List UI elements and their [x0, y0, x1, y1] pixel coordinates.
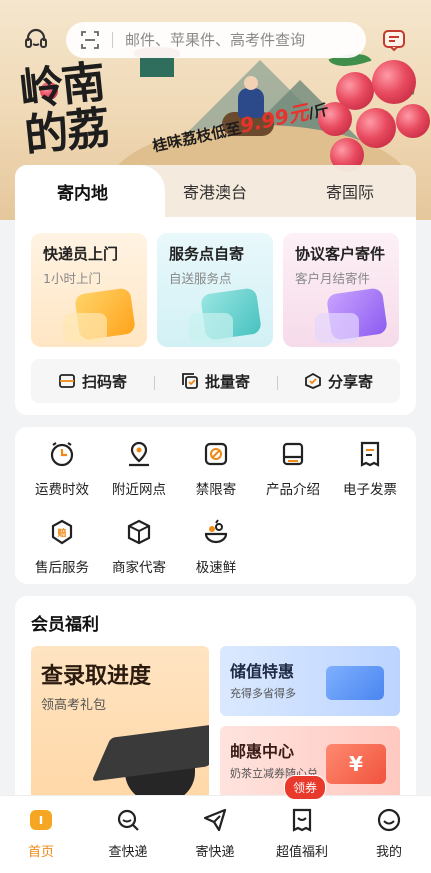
slogan-unit: /斤: [306, 100, 331, 123]
pavilion-decoration: [134, 47, 180, 77]
search-input[interactable]: [125, 31, 345, 49]
grid-label: 附近网点: [112, 482, 166, 498]
stored-value-promo[interactable]: 储值特惠 充得多省得多: [220, 646, 400, 716]
quick-actions: 扫码寄 批量寄 分享寄: [31, 359, 400, 403]
promo-title: 查录取进度: [41, 664, 152, 689]
send-icon: [203, 808, 227, 832]
box-info-icon: [282, 442, 304, 466]
nav-label: 查快递: [108, 845, 148, 860]
aftersale-icon: 赔: [51, 519, 73, 545]
send-card-body: 快递员上门 1小时上门 服务点自寄 自送服务点 协议客户寄件 客户月结寄件 扫码…: [15, 217, 416, 415]
quick-label: 分享寄: [327, 372, 373, 391]
lychee-illustration: [396, 104, 430, 138]
service-subtitle: 客户月结寄件: [295, 271, 371, 286]
grid-label: 产品介绍: [266, 482, 320, 498]
admission-progress-promo[interactable]: 查录取进度 领高考礼包: [31, 646, 209, 806]
nav-label: 超值福利: [275, 845, 328, 860]
grid-item-nearby-outlets[interactable]: 附近网点: [100, 439, 178, 498]
service-subtitle: 1小时上门: [43, 271, 101, 286]
nav-label: 我的: [375, 845, 402, 860]
self-dropoff-card[interactable]: 服务点自寄 自送服务点: [157, 233, 273, 347]
service-title: 协议客户寄件: [295, 245, 386, 263]
grid-item-aftersale[interactable]: 赔 售后服务: [23, 517, 101, 576]
nav-label: 寄快递: [195, 845, 235, 860]
nav-track[interactable]: 查快递: [93, 806, 163, 860]
customer-service-button[interactable]: [18, 22, 54, 58]
fresh-icon: [204, 519, 228, 544]
prohibited-icon: [204, 442, 228, 466]
tab-label: 寄内地: [57, 183, 108, 204]
grid-label: 禁限寄: [195, 482, 237, 498]
coupon-badge[interactable]: 领券: [284, 775, 327, 800]
grid-label: 商家代寄: [112, 560, 166, 576]
profile-icon: [377, 808, 401, 832]
nav-send[interactable]: 寄快递: [180, 806, 250, 860]
message-icon: [383, 30, 405, 52]
share-send-button[interactable]: 分享寄: [277, 371, 400, 392]
grid-label: 电子发票: [343, 482, 397, 498]
service-title: 快递员上门: [43, 245, 119, 263]
service-subtitle: 自送服务点: [169, 271, 232, 286]
search-divider: [112, 32, 113, 48]
grid-item-merchant-send[interactable]: 商家代寄: [100, 517, 178, 576]
member-benefits: 会员福利 查录取进度 领高考礼包 储值特惠 充得多省得多 邮惠中心 奶茶立减券随…: [15, 596, 416, 806]
services-grid: 运费时效 附近网点 禁限寄 产品介绍 电子发票 赔 售后服务 商家代寄 极速鲜: [15, 427, 416, 584]
clock-icon: [50, 442, 74, 467]
nav-benefits[interactable]: 超值福利: [267, 806, 337, 860]
grid-label: 售后服务: [35, 560, 89, 576]
search-bar[interactable]: [66, 22, 366, 58]
share-icon: [305, 372, 321, 389]
grid-label: 极速鲜: [195, 560, 237, 576]
card-icon: [326, 666, 384, 700]
grid-item-prohibited[interactable]: 禁限寄: [177, 439, 255, 498]
promo-subtitle: 领高考礼包: [41, 698, 107, 713]
section-title: 会员福利: [31, 615, 99, 635]
tab-hk-macau-taiwan[interactable]: 寄港澳台: [160, 165, 270, 217]
tab-domestic[interactable]: 寄内地: [15, 165, 150, 217]
tab-label: 寄港澳台: [182, 183, 247, 202]
service-title: 服务点自寄: [169, 245, 245, 263]
batch-send-button[interactable]: 批量寄: [154, 371, 277, 392]
message-button[interactable]: [376, 22, 412, 58]
coupon-icon: ¥: [326, 744, 386, 784]
search-icon: [117, 809, 139, 831]
quick-label: 批量寄: [204, 372, 250, 391]
bottom-nav: 首页 查快递 寄快递 超值福利 我的: [0, 795, 431, 873]
customer-service-icon: [25, 28, 47, 48]
grid-item-express-fresh[interactable]: 极速鲜: [177, 517, 255, 576]
aftersale-glyph: 赔: [56, 527, 66, 539]
contract-customer-card[interactable]: 协议客户寄件 客户月结寄件: [283, 233, 399, 347]
batch-icon: [182, 373, 198, 389]
home-icon: [30, 810, 52, 830]
scan-send-button[interactable]: 扫码寄: [31, 371, 154, 392]
lychee-illustration: [356, 108, 396, 148]
tab-label: 寄国际: [325, 183, 374, 202]
nav-home[interactable]: 首页: [6, 806, 76, 860]
courier-pickup-card[interactable]: 快递员上门 1小时上门: [31, 233, 147, 347]
scan-icon: [59, 374, 75, 388]
grid-item-e-invoice[interactable]: 电子发票: [331, 439, 409, 498]
courier-illustration-icon: [63, 313, 107, 343]
grid-item-products[interactable]: 产品介绍: [254, 439, 332, 498]
tab-international[interactable]: 寄国际: [295, 165, 405, 217]
grid-label: 运费时效: [35, 482, 89, 498]
package-icon: [127, 519, 151, 545]
location-icon: [129, 441, 149, 467]
coupon-icon: [292, 808, 312, 832]
scan-icon[interactable]: [80, 30, 100, 50]
grid-item-shipping-time[interactable]: 运费时效: [23, 439, 101, 498]
lychee-illustration: [372, 60, 416, 104]
nav-profile[interactable]: 我的: [354, 806, 424, 860]
contract-illustration-icon: [315, 313, 359, 343]
dropoff-illustration-icon: [189, 313, 233, 343]
quick-label: 扫码寄: [81, 372, 127, 391]
nav-label: 首页: [27, 845, 54, 860]
send-panel: 寄内地 寄港澳台 寄国际 快递员上门 1小时上门 服务点自寄 自送服务点 协议客…: [15, 165, 416, 415]
banner-title: 岭南的荔: [17, 56, 111, 163]
invoice-icon: [360, 441, 380, 467]
